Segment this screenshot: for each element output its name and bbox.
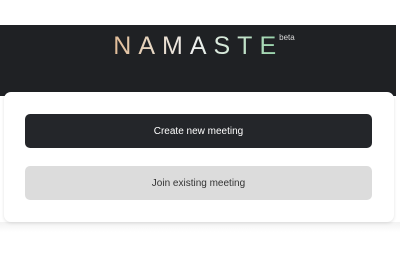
- meeting-card: Create new meeting Join existing meeting: [4, 92, 394, 222]
- beta-badge: beta: [279, 33, 295, 42]
- create-meeting-button[interactable]: Create new meeting: [25, 114, 372, 148]
- brand-name: NAMASTE: [101, 31, 283, 61]
- app-root: NAMASTEbeta Create new meeting Join exis…: [0, 0, 400, 256]
- card-shadow-strip: [0, 222, 400, 232]
- brand-logo: NAMASTEbeta: [0, 31, 396, 63]
- join-meeting-button[interactable]: Join existing meeting: [25, 166, 372, 200]
